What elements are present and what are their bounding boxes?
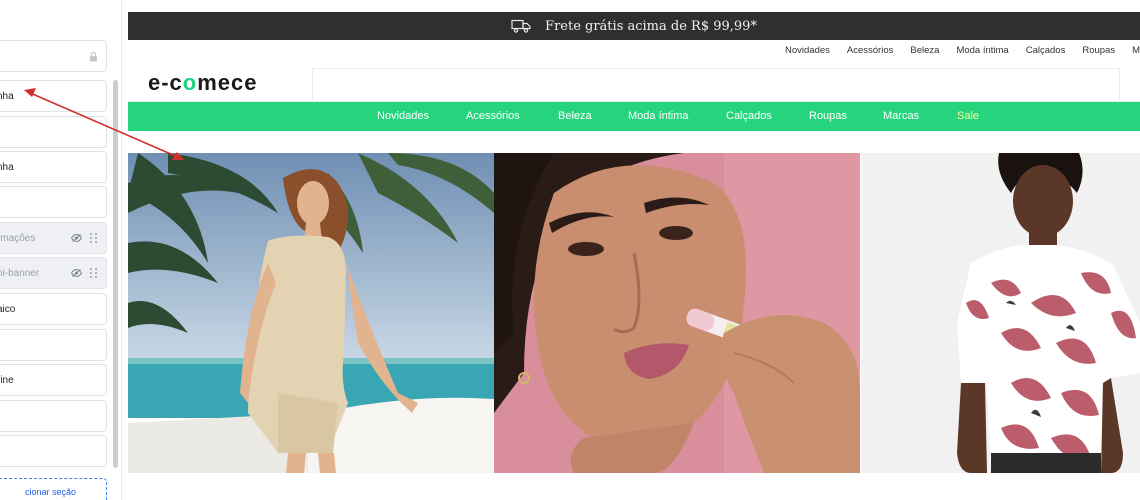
lock-icon [90,51,97,62]
eye-off-icon[interactable] [71,269,82,277]
section-item-11[interactable] [0,435,107,467]
section-item-8[interactable] [0,329,107,361]
section-item-10[interactable] [0,400,107,432]
main-nav: Novidades Acessórios Beleza Moda íntima … [128,102,1140,131]
section-item-9[interactable]: rine [0,364,107,396]
top-link-novidades[interactable]: Novidades [785,45,830,56]
menswear-shirt-banner[interactable] [861,153,1140,473]
section-label: ni-banner [0,267,40,279]
promo-text: Frete grátis acima de R$ 99,99* [545,18,757,34]
logo-suffix: mece [197,70,258,95]
top-link-more[interactable]: M [1132,45,1140,56]
store-preview: Frete grátis acima de R$ 99,99* Novidade… [128,12,1140,500]
section-item-6[interactable]: ni-banner [0,257,107,289]
top-link-roupas[interactable]: Roupas [1082,45,1115,56]
logo-accent: o [182,70,198,95]
nav-novidades[interactable]: Novidades [377,110,429,122]
nav-acessorios[interactable]: Acessórios [466,110,520,122]
panel-scrollbar[interactable] [113,80,118,468]
section-item-3[interactable]: nha [0,151,107,183]
add-section-button[interactable]: cionar seção [0,478,107,500]
section-item-4[interactable] [0,186,107,218]
logo-prefix: e-c [148,70,183,95]
section-item-5[interactable]: rmações [0,222,107,254]
section-item-1[interactable]: nha [0,80,107,112]
truck-icon [511,19,531,33]
top-link-calcados[interactable]: Calçados [1026,45,1066,56]
app-root: nha nha rmações ni-banner aico rine [0,0,1140,500]
nav-beleza[interactable]: Beleza [558,110,592,122]
promo-bar: Frete grátis acima de R$ 99,99* [128,12,1140,40]
drag-handle-icon[interactable] [90,267,98,279]
eye-off-icon[interactable] [71,234,82,242]
beach-fashion-banner[interactable] [128,153,494,473]
top-link-acessorios[interactable]: Acessórios [847,45,893,56]
nav-sale[interactable]: Sale [957,110,979,122]
section-item-0[interactable] [0,40,107,72]
top-link-beleza[interactable]: Beleza [910,45,939,56]
search-input[interactable] [312,68,1120,102]
nav-calcados[interactable]: Calçados [726,110,772,122]
top-links: Novidades Acessórios Beleza Moda íntima … [128,40,1140,60]
top-link-moda-intima[interactable]: Moda íntima [956,45,1008,56]
section-label: aico [0,303,16,315]
store-logo[interactable]: e-comece [148,70,258,96]
banner-row [128,153,1140,473]
brand-row: e-comece [128,60,1140,102]
beauty-lipstick-banner[interactable] [494,153,860,473]
nav-roupas[interactable]: Roupas [809,110,847,122]
section-label: nha [0,161,14,173]
drag-handle-icon[interactable] [90,232,98,244]
section-label: nha [0,90,14,102]
nav-moda-intima[interactable]: Moda íntima [628,110,689,122]
section-item-2[interactable] [0,116,107,148]
section-item-7[interactable]: aico [0,293,107,325]
section-label: rine [0,374,14,386]
nav-marcas[interactable]: Marcas [883,110,919,122]
section-label: rmações [0,232,36,244]
section-editor-panel: nha nha rmações ni-banner aico rine [0,0,122,500]
